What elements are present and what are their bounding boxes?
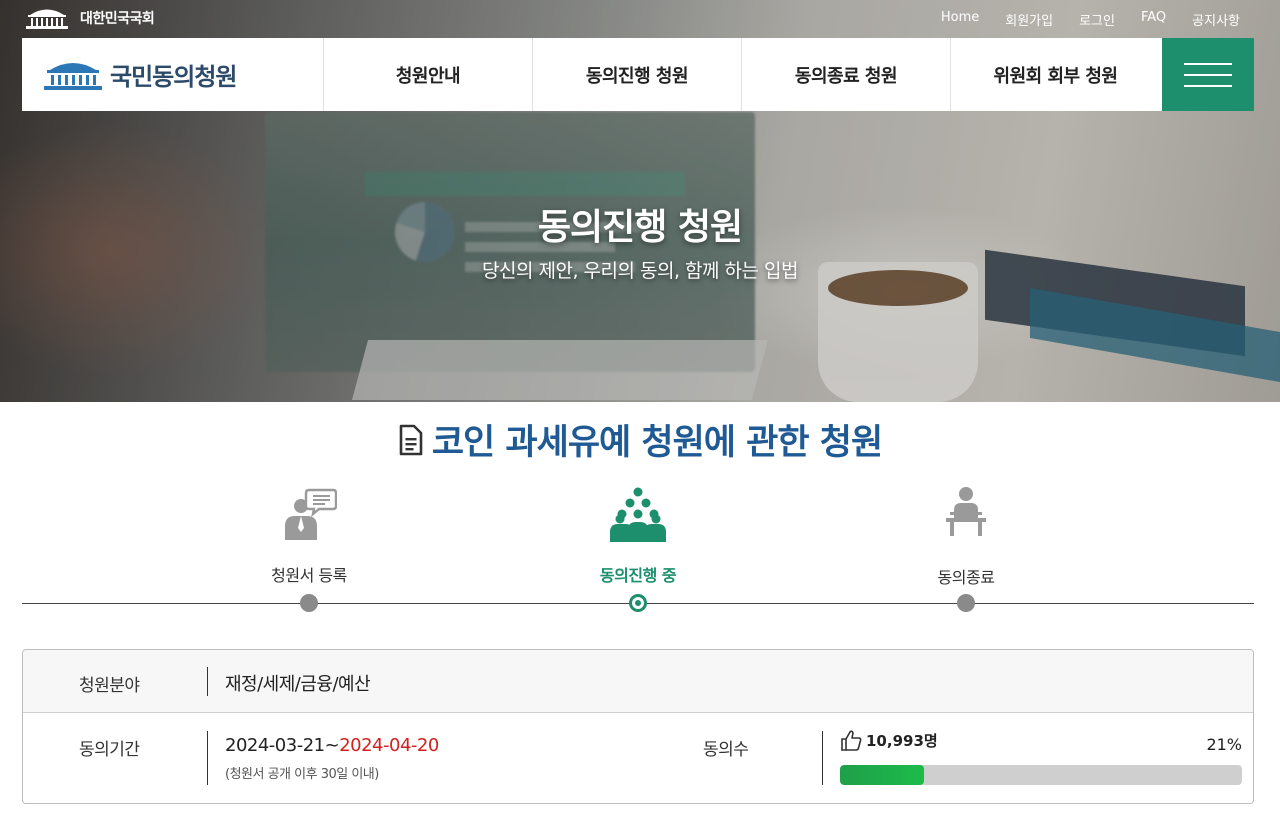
nav-item-closed-petitions[interactable]: 동의종료 청원 (742, 38, 951, 111)
thumbs-up-icon (841, 730, 862, 751)
info-row-period: 동의기간 2024-03-21~2024-04-20 (청원서 공개 이후 30… (23, 713, 1253, 803)
agree-count-group: 10,993명 (840, 729, 938, 751)
menu-icon (1184, 62, 1232, 65)
group-people-icon (610, 487, 666, 542)
site-name: 국민동의청원 (110, 63, 237, 91)
step-label: 동의진행 중 (599, 566, 677, 585)
nav-item-ongoing-petitions[interactable]: 동의진행 청원 (533, 38, 742, 111)
hero-subtitle: 당신의 제안, 우리의 동의, 함께 하는 입법 (482, 260, 799, 282)
podium-person-icon (946, 487, 986, 536)
step-closed: 동의종료 (886, 486, 1046, 588)
main-navigation: 국민동의청원 청원안내 동의진행 청원 동의종료 청원 위원회 회부 청원 (22, 38, 1254, 111)
agree-count: 10,993명 (866, 731, 938, 750)
utility-links: Home 회원가입 로그인 FAQ 공지사항 (941, 10, 1240, 29)
assembly-name: 대한민국국회 (80, 11, 155, 27)
category-value: 재정/세제/금융/예산 (225, 674, 371, 695)
step-in-progress: 동의진행 중 (558, 486, 718, 586)
petition-info-table: 청원분야 재정/세제/금융/예산 동의기간 2024-03-21~2024-04… (22, 649, 1254, 804)
nav-item-committee-petitions[interactable]: 위원회 회부 청원 (951, 38, 1160, 111)
link-signup[interactable]: 회원가입 (1005, 10, 1053, 29)
agree-percent: 21% (1206, 735, 1242, 754)
divider (207, 731, 208, 785)
link-login[interactable]: 로그인 (1079, 10, 1115, 29)
hero-title: 동의진행 청원 (537, 207, 743, 248)
period-start: 2024-03-21 (225, 735, 325, 756)
top-utility-bar: 대한민국국회 Home 회원가입 로그인 FAQ 공지사항 (0, 0, 1280, 38)
assembly-building-logo-icon (44, 62, 102, 90)
step-dot-in-progress (629, 594, 647, 612)
petition-heading: 코인 과세유예 청원에 관한 청원 (0, 414, 1280, 465)
agree-label: 동의수 (703, 740, 749, 760)
divider (207, 667, 208, 696)
category-label: 청원분야 (79, 676, 140, 696)
agree-progress-bar (840, 765, 1242, 785)
link-faq[interactable]: FAQ (1141, 10, 1166, 29)
hero-banner: 대한민국국회 Home 회원가입 로그인 FAQ 공지사항 국민동의청원 청원안… (0, 0, 1280, 402)
speech-person-icon (285, 488, 337, 540)
link-home[interactable]: Home (941, 10, 979, 29)
step-registration: 청원서 등록 (229, 486, 389, 586)
link-notice[interactable]: 공지사항 (1192, 10, 1240, 29)
document-icon (399, 424, 423, 455)
period-note: (청원서 공개 이후 30일 이내) (225, 767, 379, 782)
period-label: 동의기간 (79, 740, 140, 760)
period-separator: ~ (324, 735, 340, 756)
period-end: 2024-04-20 (339, 735, 439, 756)
period-dates: 2024-03-21~2024-04-20 (225, 735, 439, 756)
step-label: 동의종료 (937, 568, 995, 587)
site-logo[interactable]: 국민동의청원 (22, 38, 324, 111)
info-row-category: 청원분야 재정/세제/금융/예산 (23, 650, 1253, 713)
step-dot-registration (300, 594, 318, 612)
agree-progress-fill (840, 765, 925, 785)
hamburger-menu-button[interactable] (1162, 38, 1254, 111)
nav-item-guide[interactable]: 청원안내 (324, 38, 533, 111)
step-dot-closed (957, 594, 975, 612)
divider (822, 731, 823, 785)
step-label: 청원서 등록 (271, 566, 347, 585)
petition-title: 코인 과세유예 청원에 관한 청원 (431, 423, 883, 463)
assembly-building-icon (26, 9, 68, 29)
national-assembly-logo[interactable]: 대한민국국회 (24, 6, 155, 30)
